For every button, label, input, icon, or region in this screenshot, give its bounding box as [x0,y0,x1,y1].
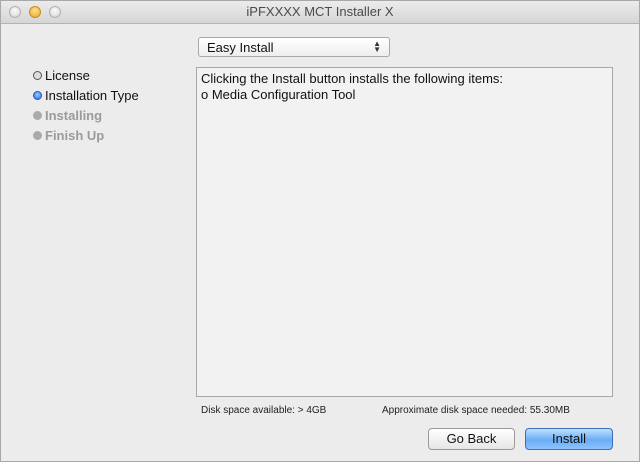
step-label: Installing [45,108,103,123]
step-status-icon [33,131,42,140]
install-items-panel[interactable]: Clicking the Install button installs the… [196,67,613,397]
disk-space-available: Disk space available: > 4GB [201,405,327,416]
content-line: Clicking the Install button installs the… [201,71,504,86]
step-label: Finish Up [45,128,105,143]
content-line: o Media Configuration Tool [201,87,356,102]
up-down-chevron-icon: ▲ ▼ [373,39,381,54]
window-title: iPFXXXX MCT Installer X [246,4,394,19]
installer-window: iPFXXXX MCT Installer X Easy Install ▲ ▼ … [0,0,640,462]
install-type-value: Easy Install [207,40,274,55]
install-button[interactable]: Install [525,428,613,450]
disk-space-needed: Approximate disk space needed: 55.30MB [382,405,570,416]
install-type-select[interactable]: Easy Install ▲ ▼ [198,37,390,57]
step-label: License [45,68,90,83]
title-bar[interactable]: iPFXXXX MCT Installer X [1,1,639,24]
step-status-icon [33,71,42,80]
step-status-icon [33,91,42,100]
step-label: Installation Type [45,88,139,103]
step-status-icon [33,111,42,120]
go-back-button[interactable]: Go Back [428,428,515,450]
